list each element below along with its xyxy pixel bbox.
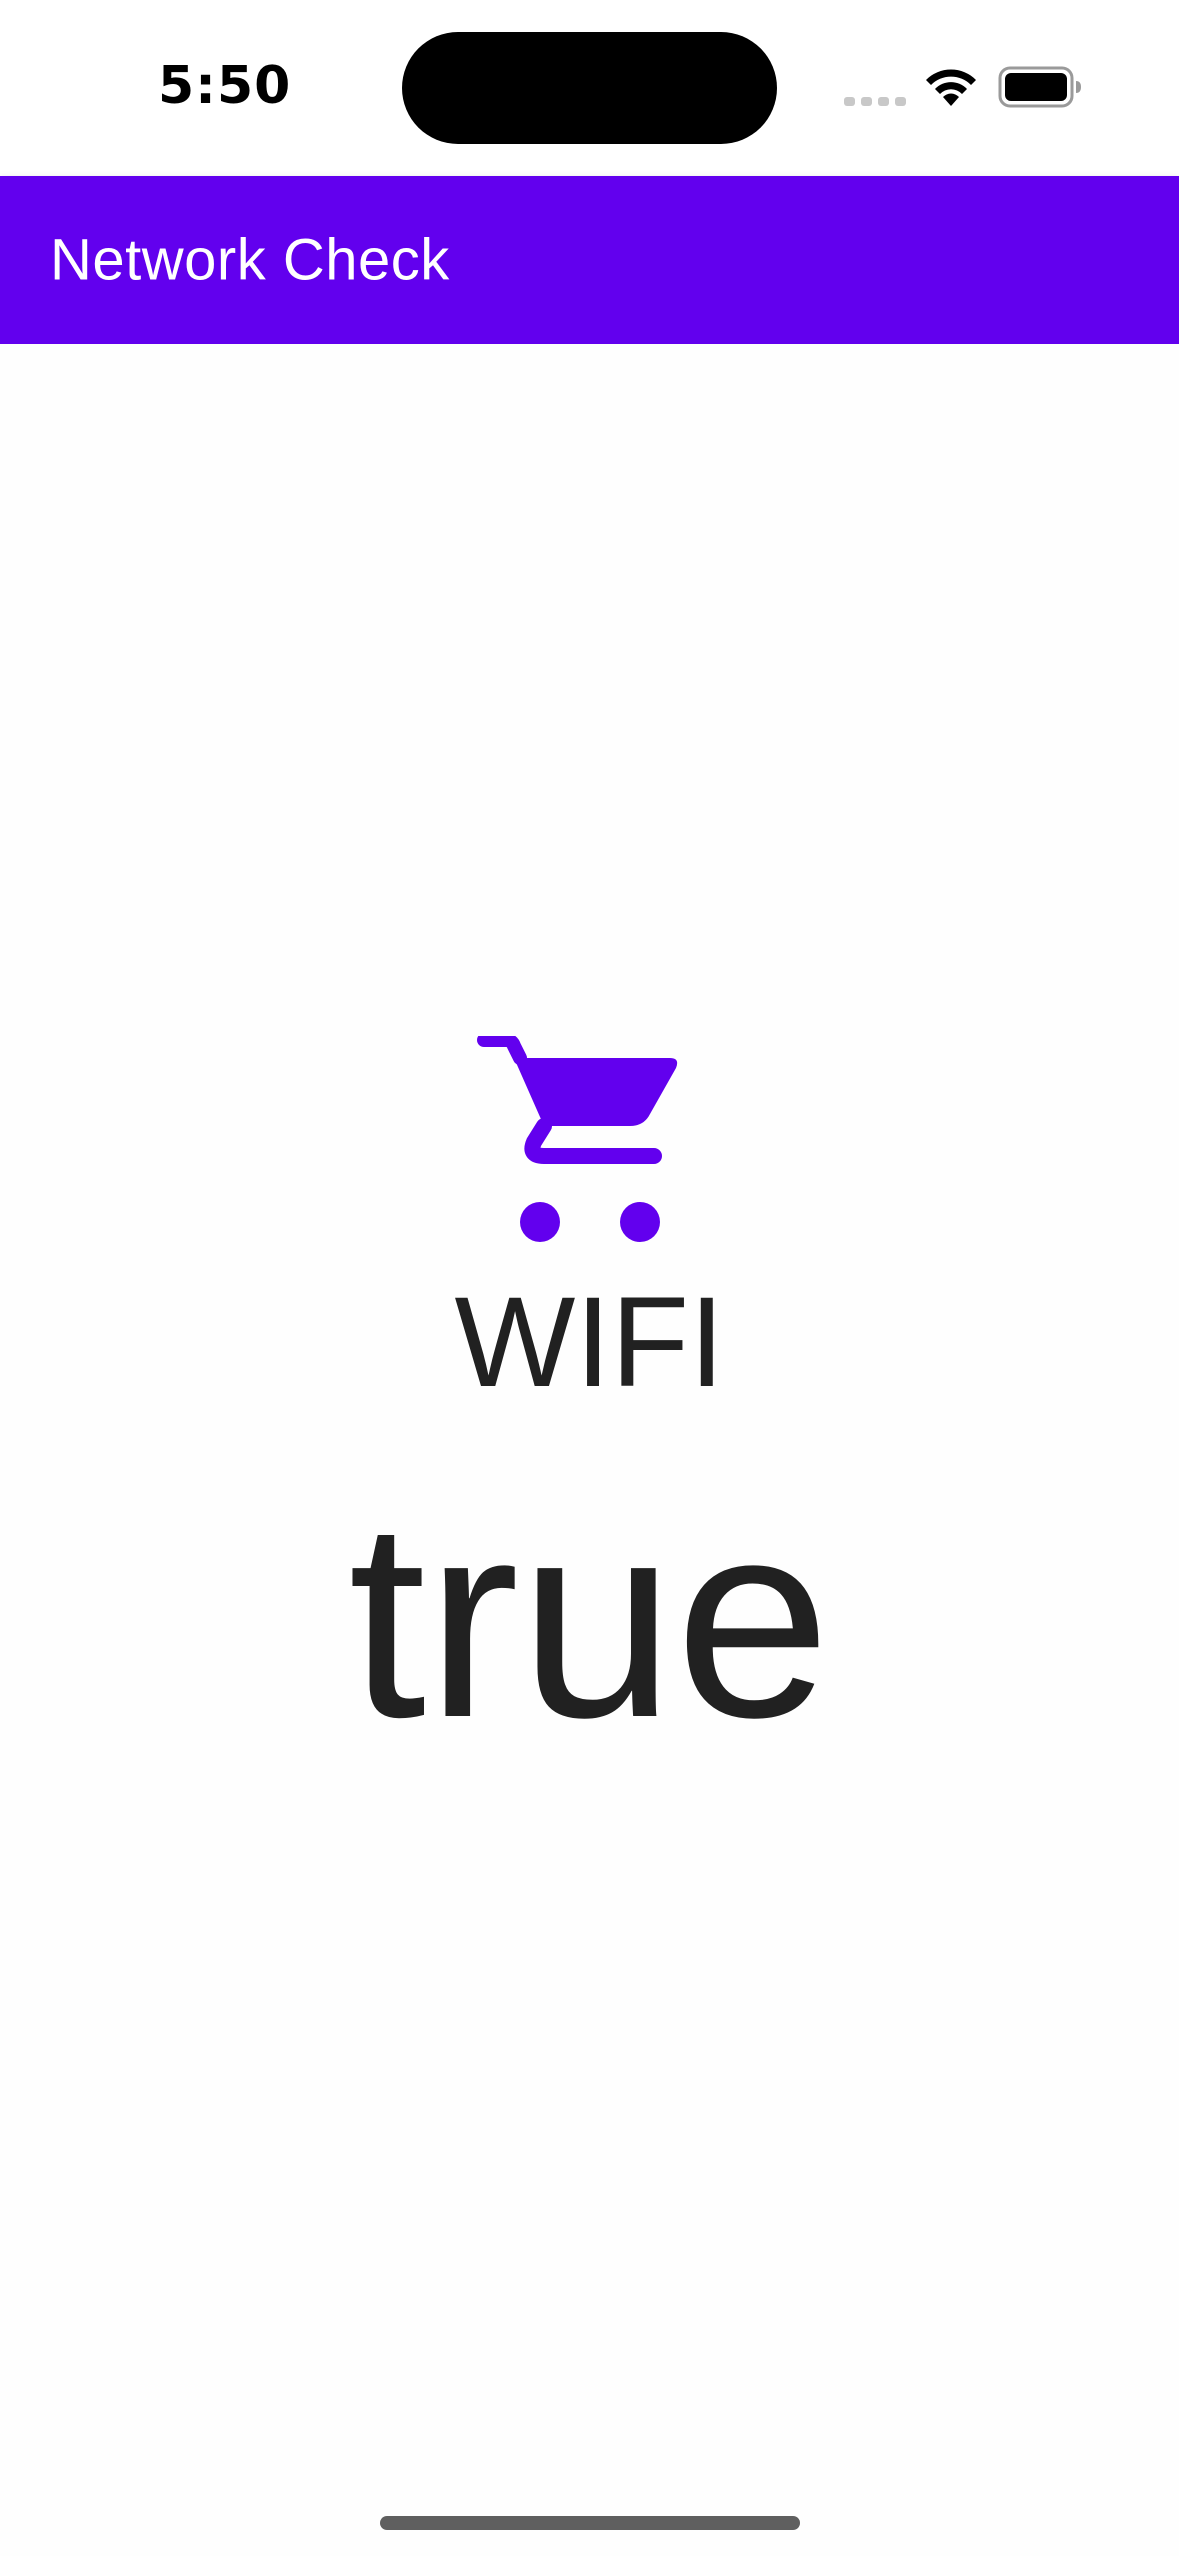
- home-indicator[interactable]: [380, 2516, 800, 2530]
- connection-status-value: true: [348, 1464, 831, 1776]
- cellular-signal-icon: [844, 97, 906, 106]
- battery-icon: [998, 66, 1081, 108]
- status-bar: 5:50: [0, 0, 1179, 176]
- app-screen: 5:50 Network Check WIFI true: [0, 0, 1179, 2556]
- status-time: 5:50: [158, 56, 292, 116]
- app-bar-title: Network Check: [50, 227, 450, 293]
- main-content: [0, 344, 1179, 2556]
- shopping-cart-icon: [477, 1036, 678, 1242]
- app-bar: Network Check: [0, 176, 1179, 344]
- dynamic-island: [402, 32, 777, 144]
- connection-type-label: WIFI: [454, 1271, 725, 1414]
- wifi-icon: [926, 69, 976, 106]
